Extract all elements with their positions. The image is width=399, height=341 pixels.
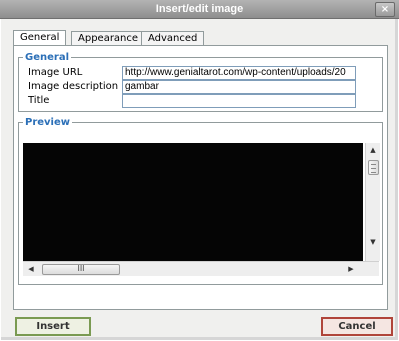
dialog-title: Insert/edit image xyxy=(155,3,244,15)
image-preview xyxy=(23,143,363,261)
image-url-input[interactable]: http://www.genialtarot.com/wp-content/up… xyxy=(122,66,356,80)
general-legend: General xyxy=(25,52,69,63)
dialog-body: General Appearance Advanced General Imag… xyxy=(1,19,398,340)
horizontal-scrollbar[interactable]: ◀ III ▶ xyxy=(23,261,379,276)
scroll-right-icon[interactable]: ▶ xyxy=(345,262,357,276)
preview-fieldset: Preview ▲ ▼ ◀ III ▶ xyxy=(18,117,383,285)
image-url-label: Image URL xyxy=(28,67,83,78)
insert-button[interactable]: Insert xyxy=(15,317,91,336)
title-bar: Insert/edit image × xyxy=(0,0,399,19)
cancel-button[interactable]: Cancel xyxy=(321,317,393,336)
close-icon: × xyxy=(380,4,390,15)
vertical-scrollbar[interactable]: ▲ ▼ xyxy=(365,143,380,261)
scroll-up-icon[interactable]: ▲ xyxy=(366,143,380,157)
horizontal-scroll-thumb[interactable]: III xyxy=(42,264,120,275)
image-description-input[interactable]: gambar xyxy=(122,80,356,94)
scroll-down-icon[interactable]: ▼ xyxy=(366,235,380,249)
general-panel: General Image URL http://www.genialtarot… xyxy=(13,45,388,310)
vertical-scroll-thumb[interactable] xyxy=(368,160,379,175)
tab-appearance[interactable]: Appearance xyxy=(71,31,146,45)
close-button[interactable]: × xyxy=(375,2,395,17)
preview-legend: Preview xyxy=(25,117,71,128)
scroll-left-icon[interactable]: ◀ xyxy=(25,262,37,276)
tab-general[interactable]: General xyxy=(13,30,67,45)
title-input[interactable] xyxy=(122,94,356,108)
tab-advanced[interactable]: Advanced xyxy=(141,31,205,45)
title-label: Title xyxy=(28,95,50,106)
image-description-label: Image description xyxy=(28,81,119,92)
